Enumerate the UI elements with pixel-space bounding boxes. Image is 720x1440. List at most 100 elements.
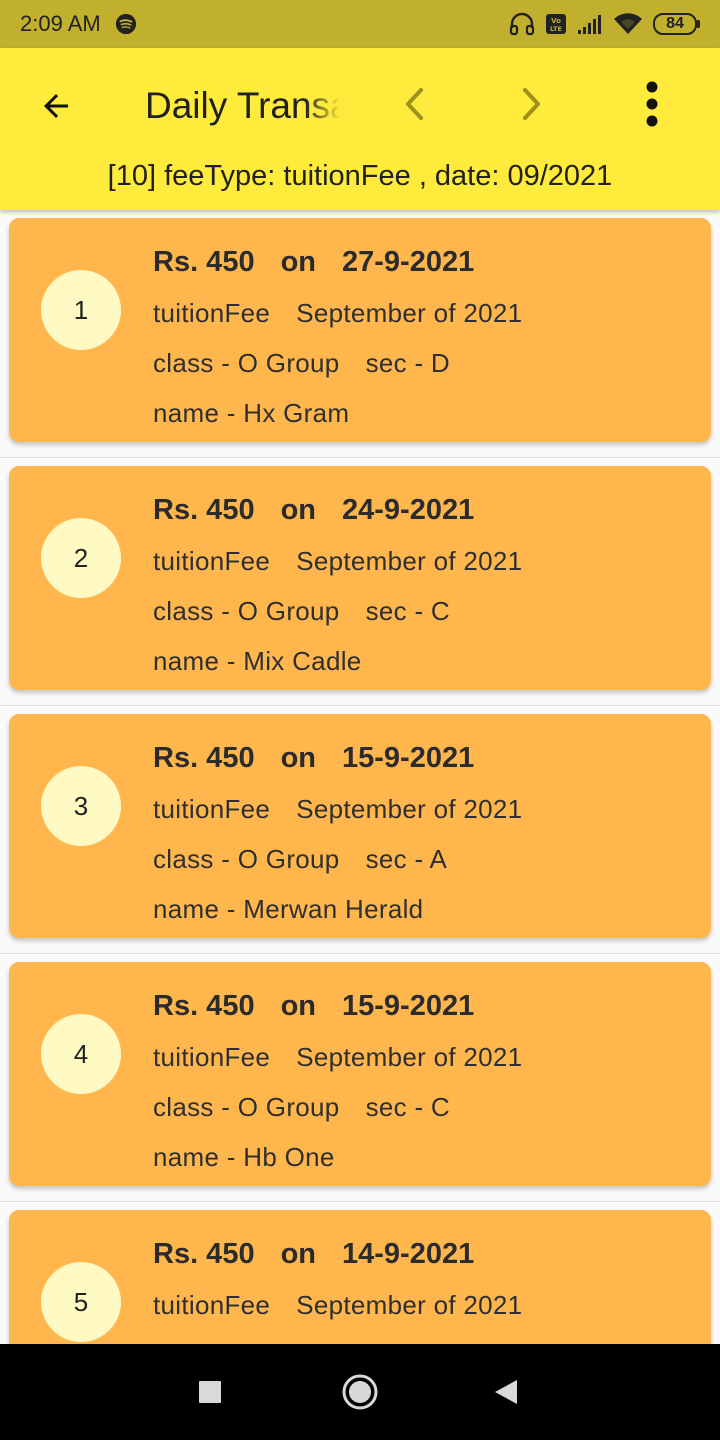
list-item: 2 Rs. 450 on 24-9-2021 tuitionFee September… — [0, 458, 720, 706]
fee-line: tuitionFee September of 2021 — [153, 546, 522, 577]
fee-type: tuitionFee — [153, 1290, 271, 1320]
index-avatar: 5 — [41, 1262, 121, 1342]
volte-icon: Vo LTE — [546, 14, 566, 34]
title-container: Daily Transactions — [145, 78, 340, 134]
index-avatar: 2 — [41, 518, 121, 598]
more-options-button[interactable] — [628, 78, 676, 130]
back-nav-button[interactable] — [482, 1368, 530, 1416]
fee-type: tuitionFee — [153, 1042, 271, 1072]
transaction-card[interactable]: 4 Rs. 450 on 15-9-2021 tuitionFee September… — [9, 962, 711, 1186]
transaction-card[interactable]: 5 Rs. 450 on 14-9-2021 tuitionFee September… — [9, 1210, 711, 1344]
headphones-icon — [509, 12, 535, 36]
class: class - O Group — [153, 1092, 340, 1122]
wifi-icon — [614, 13, 642, 35]
period: September of 2021 — [296, 546, 523, 576]
signal-icon — [578, 15, 601, 34]
next-button[interactable] — [508, 78, 556, 130]
list-item: 3 Rs. 450 on 15-9-2021 tuitionFee September… — [0, 706, 720, 954]
fee-line: tuitionFee September of 2021 — [153, 794, 522, 825]
index-number: 1 — [73, 294, 89, 325]
home-button[interactable] — [336, 1368, 384, 1416]
home-circle-icon — [342, 1374, 378, 1410]
status-time: 2:09 AM — [20, 11, 101, 36]
class: class - O Group — [153, 596, 340, 626]
amount-line: Rs. 450 on 15-9-2021 — [153, 742, 474, 775]
date: 24-9-2021 — [342, 494, 475, 526]
section: sec - C — [365, 1092, 451, 1122]
more-vert-icon — [646, 81, 658, 127]
fee-type: tuitionFee — [153, 794, 271, 824]
on-label: on — [280, 1238, 317, 1270]
student-name: name - Merwan Herald — [153, 894, 424, 924]
section: sec - A — [365, 844, 448, 874]
status-icons: Vo LTE 84 — [509, 12, 700, 36]
index-number: 4 — [73, 1038, 89, 1069]
amount-line: Rs. 450 on 27-9-2021 — [153, 246, 474, 279]
previous-button[interactable] — [390, 78, 438, 130]
spotify-icon — [115, 13, 136, 35]
date: 15-9-2021 — [342, 990, 475, 1022]
index-avatar: 3 — [41, 766, 121, 846]
date: 15-9-2021 — [342, 742, 475, 774]
amount: Rs. 450 — [153, 990, 255, 1022]
transaction-card[interactable]: 3 Rs. 450 on 15-9-2021 tuitionFee September… — [9, 714, 711, 938]
index-number: 5 — [73, 1286, 89, 1317]
index-avatar: 4 — [41, 1014, 121, 1094]
fee-line: tuitionFee September of 2021 — [153, 1042, 522, 1073]
system-nav-bar — [0, 1344, 720, 1440]
class-line: class - O Group sec - D — [153, 348, 450, 379]
on-label: on — [280, 742, 317, 774]
date: 14-9-2021 — [342, 1238, 475, 1270]
class: class - O Group — [153, 844, 340, 874]
back-arrow-icon — [44, 94, 68, 118]
class-line: class - O Group sec - A — [153, 844, 447, 875]
section: sec - D — [365, 348, 451, 378]
period: September of 2021 — [296, 1290, 523, 1320]
transaction-card[interactable]: 2 Rs. 450 on 24-9-2021 tuitionFee September… — [9, 466, 711, 690]
student-name: name - Mix Cadle — [153, 646, 362, 676]
index-number: 2 — [73, 542, 89, 573]
class: class - O Group — [153, 348, 340, 378]
student-name: name - Hx Gram — [153, 398, 350, 428]
amount: Rs. 450 — [153, 494, 255, 526]
svg-text:Vo: Vo — [551, 17, 561, 25]
transaction-card[interactable]: 1 Rs. 450 on 27-9-2021 tuitionFee September… — [9, 218, 711, 442]
fee-type: tuitionFee — [153, 298, 271, 328]
on-label: on — [280, 246, 317, 278]
amount-line: Rs. 450 on 14-9-2021 — [153, 1238, 474, 1271]
list-item: 1 Rs. 450 on 27-9-2021 tuitionFee September… — [0, 210, 720, 458]
fee-line: tuitionFee September of 2021 — [153, 298, 522, 329]
status-bar: 2:09 AM Vo LTE 84 — [0, 0, 720, 48]
class-line: class - O Group sec - C — [153, 1092, 450, 1123]
app-bar: Daily Transactions [10] feeType: tuition… — [0, 48, 720, 210]
page-title: Daily Transactions — [145, 85, 340, 126]
battery-icon: 84 — [653, 13, 700, 35]
date: 27-9-2021 — [342, 246, 475, 278]
back-triangle-icon — [495, 1380, 517, 1404]
student-name: name - Hb One — [153, 1142, 335, 1172]
amount-line: Rs. 450 on 15-9-2021 — [153, 990, 474, 1023]
transaction-list[interactable]: 1 Rs. 450 on 27-9-2021 tuitionFee September… — [0, 210, 720, 1344]
battery-level: 84 — [666, 15, 684, 32]
list-item: 5 Rs. 450 on 14-9-2021 tuitionFee September… — [0, 1202, 720, 1344]
class-line: class - O Group sec - C — [153, 596, 450, 627]
fee-type: tuitionFee — [153, 546, 271, 576]
period: September of 2021 — [296, 1042, 523, 1072]
period: September of 2021 — [296, 794, 523, 824]
index-number: 3 — [73, 790, 89, 821]
recents-square-icon — [199, 1381, 221, 1403]
amount-line: Rs. 450 on 24-9-2021 — [153, 494, 474, 527]
back-button[interactable] — [28, 78, 84, 134]
on-label: on — [280, 494, 317, 526]
list-item: 4 Rs. 450 on 15-9-2021 tuitionFee September… — [0, 954, 720, 1202]
section: sec - C — [365, 596, 451, 626]
index-avatar: 1 — [41, 270, 121, 350]
svg-text:LTE: LTE — [550, 25, 562, 33]
chevron-left-icon — [406, 88, 423, 120]
amount: Rs. 450 — [153, 246, 255, 278]
filter-summary: [10] feeType: tuitionFee , date: 09/2021 — [107, 160, 613, 192]
period: September of 2021 — [296, 298, 523, 328]
fee-line: tuitionFee September of 2021 — [153, 1290, 522, 1321]
on-label: on — [280, 990, 317, 1022]
recents-button[interactable] — [186, 1368, 234, 1416]
